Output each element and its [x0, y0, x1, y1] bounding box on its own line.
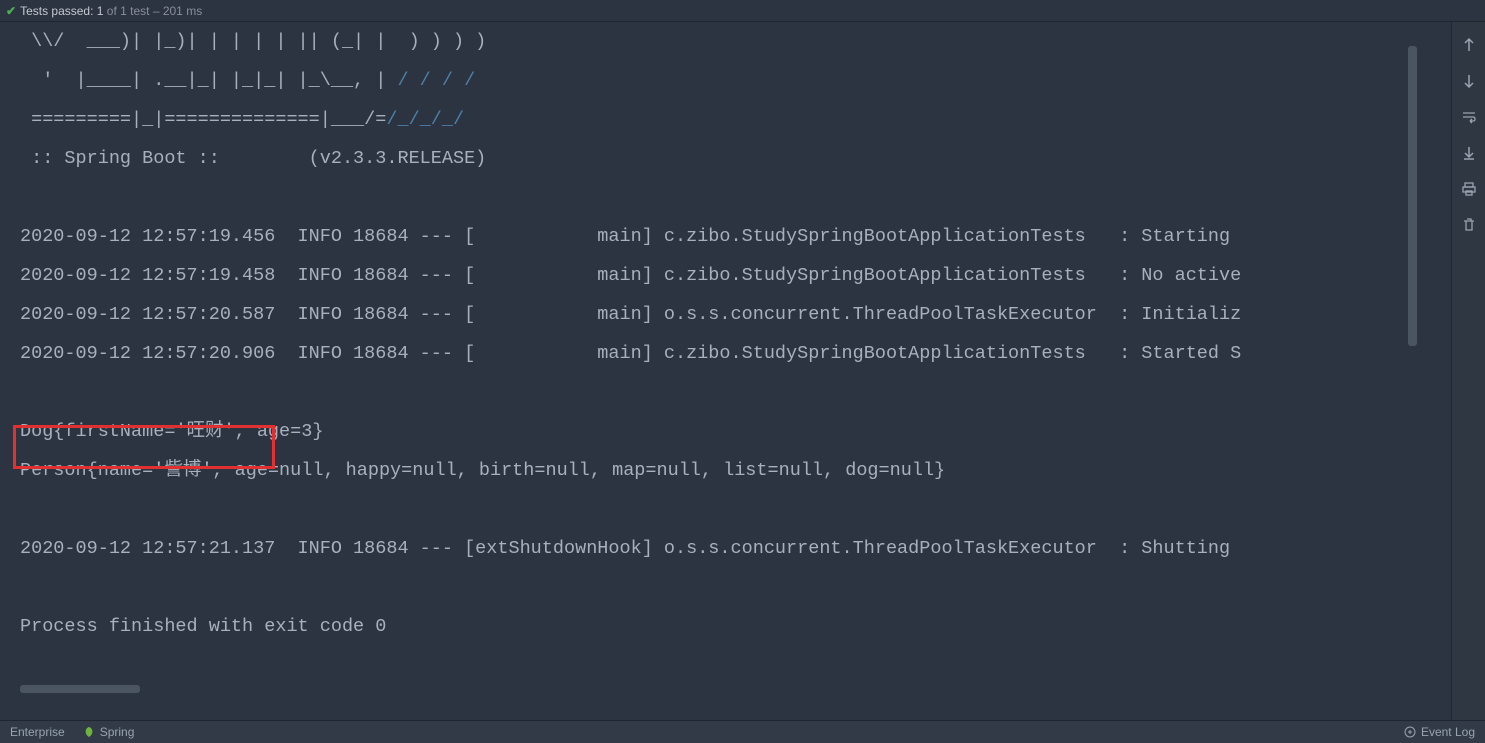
log-line: 2020-09-12 12:57:19.456 INFO 18684 --- […: [20, 226, 1241, 247]
tests-passed-label: Tests passed: 1 of 1 test – 201 ms: [20, 4, 202, 18]
output-dog: Dog{firstName='旺财', age=3}: [20, 421, 323, 442]
scroll-to-end-icon[interactable]: [1460, 144, 1478, 162]
horizontal-scrollbar[interactable]: [20, 685, 140, 693]
log-line: 2020-09-12 12:57:19.458 INFO 18684 --- […: [20, 265, 1241, 286]
banner-line: \\/ ___)| |_)| | | | | || (_| | ) ) ) ): [20, 31, 486, 52]
trash-icon[interactable]: [1460, 216, 1478, 234]
scroll-up-icon[interactable]: [1460, 36, 1478, 54]
statusbar-enterprise[interactable]: Enterprise: [10, 725, 65, 739]
soft-wrap-icon[interactable]: [1460, 108, 1478, 126]
banner-line: =========|_|==============|___/=: [20, 109, 386, 130]
spring-leaf-icon: [83, 726, 95, 738]
console-output: \\/ ___)| |_)| | | | | || (_| | ) ) ) ) …: [0, 22, 1451, 646]
log-line: 2020-09-12 12:57:20.906 INFO 18684 --- […: [20, 343, 1241, 364]
vertical-scrollbar-thumb[interactable]: [1408, 46, 1417, 346]
console-panel: \\/ ___)| |_)| | | | | || (_| | ) ) ) ) …: [0, 22, 1451, 720]
output-person: Person{name='訾博', age=null, happy=null, …: [20, 460, 945, 481]
statusbar-spring[interactable]: Spring: [83, 725, 135, 739]
scroll-down-icon[interactable]: [1460, 72, 1478, 90]
banner-accent: / / / /: [397, 70, 475, 91]
exit-line: Process finished with exit code 0: [20, 616, 386, 637]
vertical-scrollbar-track[interactable]: [1407, 46, 1417, 697]
status-bar: Enterprise Spring Event Log: [0, 720, 1485, 743]
banner-accent: /_/_/_/: [386, 109, 464, 130]
log-line: 2020-09-12 12:57:21.137 INFO 18684 --- […: [20, 538, 1241, 559]
statusbar-event-log[interactable]: Event Log: [1404, 725, 1475, 739]
event-log-icon: [1404, 726, 1416, 738]
right-gutter: [1451, 22, 1485, 720]
banner-line: ' |____| .__|_| |_|_| |_\__, |: [20, 70, 397, 91]
banner-line: :: Spring Boot :: (v2.3.3.RELEASE): [20, 148, 486, 169]
check-icon: ✔: [6, 4, 16, 18]
print-icon[interactable]: [1460, 180, 1478, 198]
log-line: 2020-09-12 12:57:20.587 INFO 18684 --- […: [20, 304, 1241, 325]
test-status-bar: ✔ Tests passed: 1 of 1 test – 201 ms: [0, 0, 1485, 22]
